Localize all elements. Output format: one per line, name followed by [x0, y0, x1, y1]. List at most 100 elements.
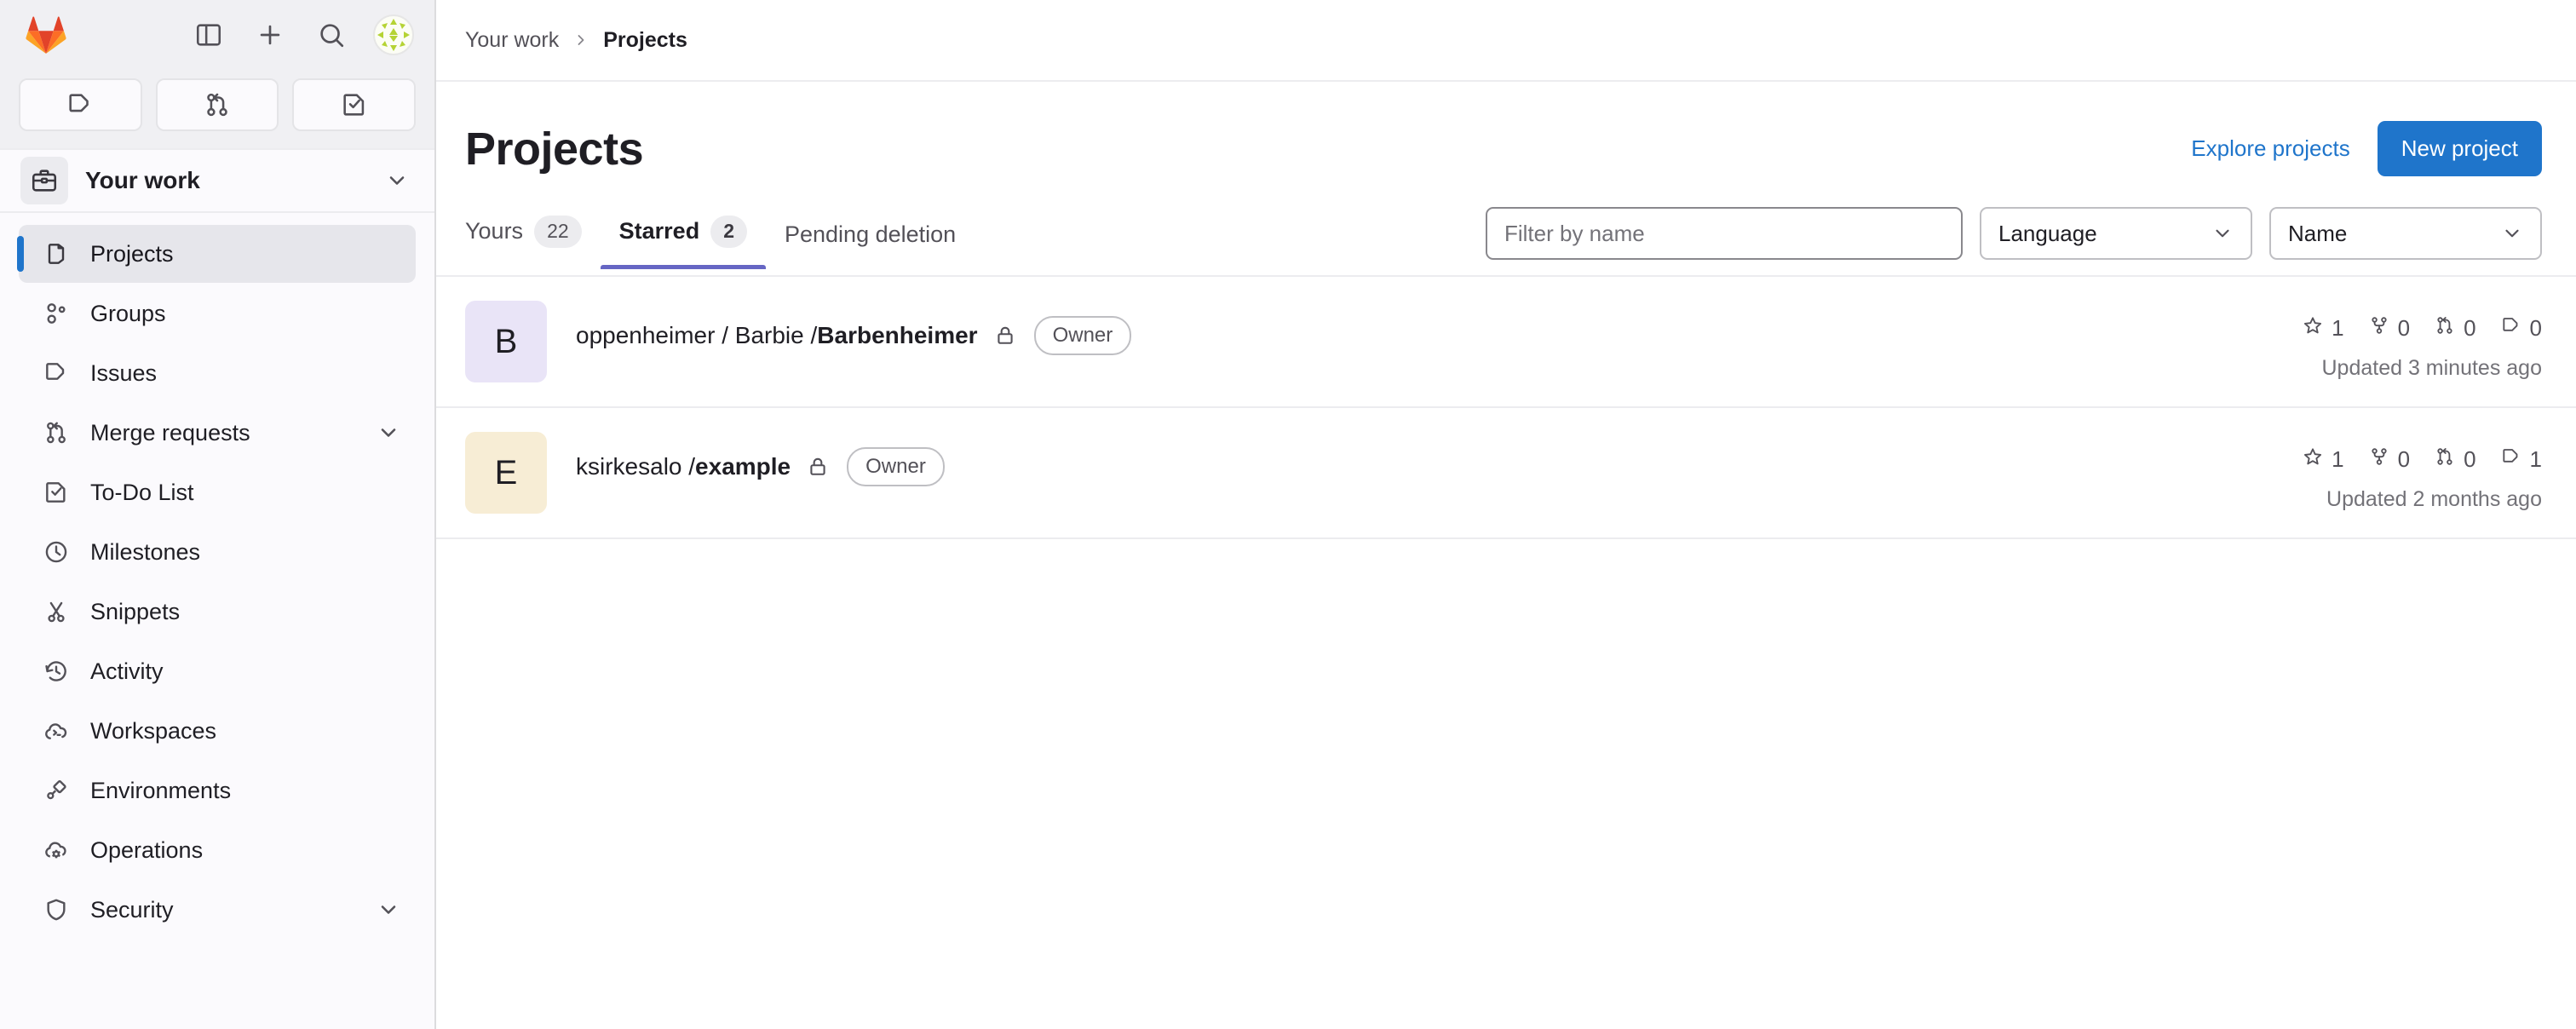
- project-icon: [41, 240, 72, 267]
- sidebar-item-groups[interactable]: Groups: [19, 285, 416, 342]
- issue-icon: [2500, 314, 2522, 342]
- fork-count[interactable]: 0: [2368, 446, 2410, 474]
- sidebar-item-environments[interactable]: Environments: [19, 762, 416, 819]
- avatar: E: [465, 432, 547, 514]
- sidebar-item-label: Milestones: [90, 538, 201, 565]
- sidebar-section-your-work[interactable]: Your work: [0, 148, 434, 213]
- group-icon: [41, 300, 72, 327]
- breadcrumb: Your work Projects: [436, 0, 2576, 82]
- page-header: Projects Explore projects New project: [436, 82, 2576, 176]
- star-count[interactable]: 1: [2302, 446, 2344, 474]
- project-tabs: Yours 22 Starred 2 Pending deletion: [465, 216, 975, 269]
- explore-projects-link[interactable]: Explore projects: [2191, 135, 2349, 162]
- app-root: Your work Projects Groups Issues Merge r…: [0, 0, 2576, 1029]
- table-row[interactable]: B oppenheimer / Barbie / Barbenheimer Ow…: [436, 277, 2576, 408]
- chevron-down-icon[interactable]: [377, 898, 400, 922]
- tab-count: 2: [710, 216, 747, 248]
- sidebar-item-label: Issues: [90, 359, 158, 386]
- chevron-down-icon: [2501, 222, 2523, 244]
- clock-icon: [41, 538, 72, 566]
- project-stats: 1 0: [2302, 314, 2542, 342]
- merge-request-count[interactable]: 0: [2434, 314, 2476, 342]
- merge-requests-shortcut-button[interactable]: [155, 78, 279, 131]
- lock-icon: [993, 324, 1017, 348]
- search-icon[interactable]: [312, 15, 351, 55]
- todo-icon: [41, 479, 72, 506]
- sidebar-item-label: Operations: [90, 836, 204, 863]
- language-filter-label: Language: [1998, 220, 2097, 246]
- sidebar-top-bar: [0, 0, 434, 70]
- sort-dropdown[interactable]: Name: [2269, 207, 2542, 260]
- sidebar-item-label: Workspaces: [90, 717, 217, 744]
- sidebar-nav: Projects Groups Issues Merge requests To…: [0, 213, 434, 1029]
- sidebar-item-snippets[interactable]: Snippets: [19, 583, 416, 641]
- fork-value: 0: [2397, 315, 2411, 341]
- tab-pending-deletion[interactable]: Pending deletion: [766, 221, 975, 267]
- star-value: 1: [2332, 315, 2344, 341]
- cloud-gear-icon: [41, 836, 72, 864]
- merge-request-icon: [2434, 446, 2456, 474]
- sidebar-item-activity[interactable]: Activity: [19, 642, 416, 700]
- sidebar: Your work Projects Groups Issues Merge r…: [0, 0, 436, 1029]
- sidebar-item-milestones[interactable]: Milestones: [19, 523, 416, 581]
- project-title-line: oppenheimer / Barbie / Barbenheimer Owne…: [576, 316, 1132, 356]
- sidebar-item-projects[interactable]: Projects: [17, 225, 416, 283]
- sidebar-item-security[interactable]: Security: [19, 881, 416, 939]
- breadcrumb-current[interactable]: Projects: [603, 28, 687, 53]
- status-badge: Owner: [847, 447, 945, 487]
- issue-icon: [2500, 446, 2522, 474]
- tab-count: 22: [534, 216, 582, 248]
- issue-count[interactable]: 0: [2500, 314, 2542, 342]
- new-menu-icon[interactable]: [250, 15, 290, 55]
- sidebar-item-label: Environments: [90, 777, 232, 803]
- avatar: B: [465, 301, 547, 382]
- language-filter-dropdown[interactable]: Language: [1980, 207, 2252, 260]
- tab-label: Pending deletion: [785, 221, 957, 247]
- toggle-sidebar-icon[interactable]: [189, 15, 228, 55]
- fork-icon: [2368, 446, 2390, 474]
- history-icon: [41, 658, 72, 685]
- project-name[interactable]: Barbenheimer: [817, 322, 977, 349]
- project-meta: 1 0: [2302, 432, 2542, 512]
- sidebar-quick-links: [0, 70, 434, 148]
- gitlab-logo-icon[interactable]: [26, 15, 66, 55]
- issue-icon: [41, 359, 72, 387]
- star-icon: [2302, 314, 2324, 342]
- merge-request-value: 0: [2464, 315, 2476, 341]
- tab-yours[interactable]: Yours 22: [465, 216, 601, 267]
- sidebar-item-workspaces[interactable]: Workspaces: [19, 702, 416, 760]
- updated-timestamp: Updated 3 minutes ago: [2321, 356, 2542, 380]
- merge-request-count[interactable]: 0: [2434, 446, 2476, 474]
- sidebar-item-todo-list[interactable]: To-Do List: [19, 463, 416, 521]
- tab-starred[interactable]: Starred 2: [600, 216, 767, 269]
- chevron-down-icon: [2211, 222, 2234, 244]
- snippet-scissors-icon: [41, 598, 72, 625]
- sidebar-item-label: To-Do List: [90, 479, 194, 505]
- issues-shortcut-button[interactable]: [19, 78, 142, 131]
- user-avatar[interactable]: [373, 14, 414, 55]
- todo-list-shortcut-button[interactable]: [292, 78, 417, 131]
- project-name[interactable]: example: [695, 453, 791, 480]
- merge-request-icon: [2434, 314, 2456, 342]
- fork-count[interactable]: 0: [2368, 314, 2410, 342]
- page-title: Projects: [465, 123, 644, 175]
- table-row[interactable]: E ksirkesalo / example Owner 1 0 0 1 Upd…: [436, 408, 2576, 539]
- sidebar-item-operations[interactable]: Operations: [19, 821, 416, 879]
- project-title-line: ksirkesalo / example Owner: [576, 447, 945, 487]
- star-count[interactable]: 1: [2302, 314, 2344, 342]
- project-filters: Language Name: [1486, 207, 2542, 275]
- breadcrumb-parent[interactable]: Your work: [465, 28, 559, 53]
- search-input[interactable]: [1486, 207, 1963, 260]
- shield-icon: [41, 896, 72, 923]
- chevron-down-icon[interactable]: [385, 169, 409, 193]
- chevron-down-icon[interactable]: [377, 421, 400, 445]
- cloud-terminal-icon: [41, 717, 72, 744]
- sidebar-item-issues[interactable]: Issues: [19, 344, 416, 402]
- sidebar-section-label: Your work: [85, 167, 200, 193]
- project-namespace[interactable]: oppenheimer / Barbie /: [576, 322, 817, 349]
- issue-count[interactable]: 1: [2500, 446, 2542, 474]
- project-namespace[interactable]: ksirkesalo /: [576, 453, 695, 480]
- sidebar-item-merge-requests[interactable]: Merge requests: [19, 404, 416, 462]
- fork-icon: [2368, 314, 2390, 342]
- new-project-button[interactable]: New project: [2377, 121, 2542, 176]
